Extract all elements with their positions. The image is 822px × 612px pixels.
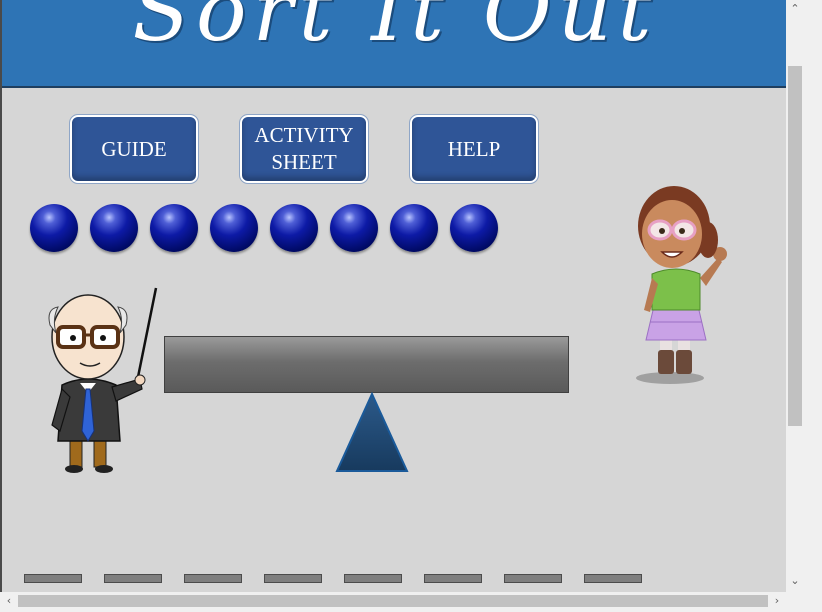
blue-ball-5[interactable] xyxy=(270,204,318,252)
drop-slot-3[interactable] xyxy=(184,574,242,583)
vertical-scroll-thumb[interactable] xyxy=(788,66,802,426)
scroll-left-arrow-icon[interactable]: ‹ xyxy=(2,594,16,608)
game-title: Sort It Out xyxy=(132,0,658,60)
game-stage: Sort It Out GUIDE ACTIVITY SHEET HELP xyxy=(0,0,786,592)
drop-slot-7[interactable] xyxy=(504,574,562,583)
balance-plank xyxy=(164,336,569,393)
drop-slot-8[interactable] xyxy=(584,574,642,583)
help-button[interactable]: HELP xyxy=(409,114,539,184)
drop-slot-2[interactable] xyxy=(104,574,162,583)
horizontal-scroll-thumb[interactable] xyxy=(18,595,768,607)
blue-ball-1[interactable] xyxy=(30,204,78,252)
drop-slot-5[interactable] xyxy=(344,574,402,583)
blue-ball-4[interactable] xyxy=(210,204,258,252)
fulcrum-triangle-icon xyxy=(335,392,409,472)
girl-character-icon xyxy=(636,186,727,384)
guide-button-label: GUIDE xyxy=(101,136,167,161)
scrollbar-corner xyxy=(786,592,822,612)
help-button-label: HELP xyxy=(447,136,501,161)
guide-button[interactable]: GUIDE xyxy=(69,114,199,184)
drop-slot-4[interactable] xyxy=(264,574,322,583)
vertical-scrollbar[interactable]: ⌃ ⌄ xyxy=(786,0,822,592)
scroll-up-arrow-icon[interactable]: ⌃ xyxy=(788,2,802,16)
activity-sheet-button[interactable]: ACTIVITY SHEET xyxy=(239,114,369,184)
activity-sheet-label-line2: SHEET xyxy=(271,150,337,174)
horizontal-scrollbar[interactable]: ‹ › xyxy=(0,592,786,612)
activity-sheet-label-line1: ACTIVITY xyxy=(254,123,354,147)
blue-ball-6[interactable] xyxy=(330,204,378,252)
header-banner: Sort It Out xyxy=(2,0,786,88)
blue-ball-7[interactable] xyxy=(390,204,438,252)
scroll-right-arrow-icon[interactable]: › xyxy=(770,594,784,608)
teacher-character-icon xyxy=(48,287,158,473)
blue-ball-8[interactable] xyxy=(450,204,498,252)
drop-slot-6[interactable] xyxy=(424,574,482,583)
blue-ball-2[interactable] xyxy=(90,204,138,252)
scroll-down-arrow-icon[interactable]: ⌄ xyxy=(788,574,802,588)
blue-ball-3[interactable] xyxy=(150,204,198,252)
drop-slot-1[interactable] xyxy=(24,574,82,583)
